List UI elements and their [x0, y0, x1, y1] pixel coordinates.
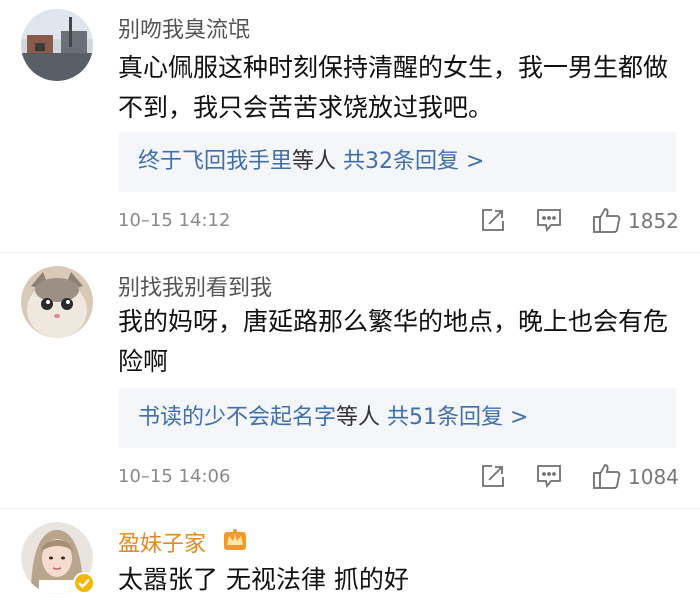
reply-suffix: 等人	[292, 149, 337, 174]
reply-count-link[interactable]: 共32条回复 >	[343, 149, 484, 174]
username[interactable]: 盈妹子家	[118, 526, 206, 558]
verified-badge-icon	[73, 572, 95, 594]
comment-3: 盈妹子家 太嚣张了 无视法律 抓的好	[0, 512, 700, 604]
replies-summary[interactable]: 书读的少不会起名字等人 共51条回复 >	[118, 388, 676, 448]
reply-suffix: 等人	[336, 405, 381, 430]
reply-count-link[interactable]: 共51条回复 >	[387, 405, 528, 430]
avatar[interactable]	[21, 9, 93, 81]
comment-1: 别吻我臭流氓 真心佩服这种时刻保持清醒的女生，我一男生都做不到，我只会苦苦求饶放…	[0, 0, 700, 248]
divider	[0, 508, 700, 509]
reply-user-link[interactable]: 书读的少不会起名字	[138, 405, 336, 430]
avatar[interactable]	[21, 266, 93, 338]
comment-text: 真心佩服这种时刻保持清醒的女生，我一男生都做不到，我只会苦苦求饶放过我吧。	[118, 53, 669, 122]
comment-text: 太嚣张了 无视法律 抓的好	[118, 565, 409, 594]
comment-time: 10–15 14:06	[118, 466, 231, 487]
comment-icon[interactable]	[536, 207, 562, 233]
divider	[0, 252, 700, 253]
reply-user-link[interactable]: 终于飞回我手里	[138, 149, 292, 174]
username[interactable]: 别找我别看到我	[118, 270, 272, 302]
comment-2: 别找我别看到我 我的妈呀，唐延路那么繁华的地点，晚上也会有危险啊 书读的少不会起…	[0, 256, 700, 506]
avatar[interactable]	[21, 522, 95, 594]
vip-crown-icon	[222, 526, 248, 552]
share-icon[interactable]	[480, 207, 506, 233]
comment-time: 10–15 14:12	[118, 210, 231, 231]
share-icon[interactable]	[480, 463, 506, 489]
comment-text: 我的妈呀，唐延路那么繁华的地点，晚上也会有危险啊	[118, 307, 669, 376]
like-count: 1084	[628, 465, 679, 489]
like-count: 1852	[628, 209, 679, 233]
username[interactable]: 别吻我臭流氓	[118, 12, 250, 44]
comment-icon[interactable]	[536, 463, 562, 489]
like-icon[interactable]	[592, 461, 622, 491]
like-icon[interactable]	[592, 205, 622, 235]
replies-summary[interactable]: 终于飞回我手里等人 共32条回复 >	[118, 132, 676, 192]
